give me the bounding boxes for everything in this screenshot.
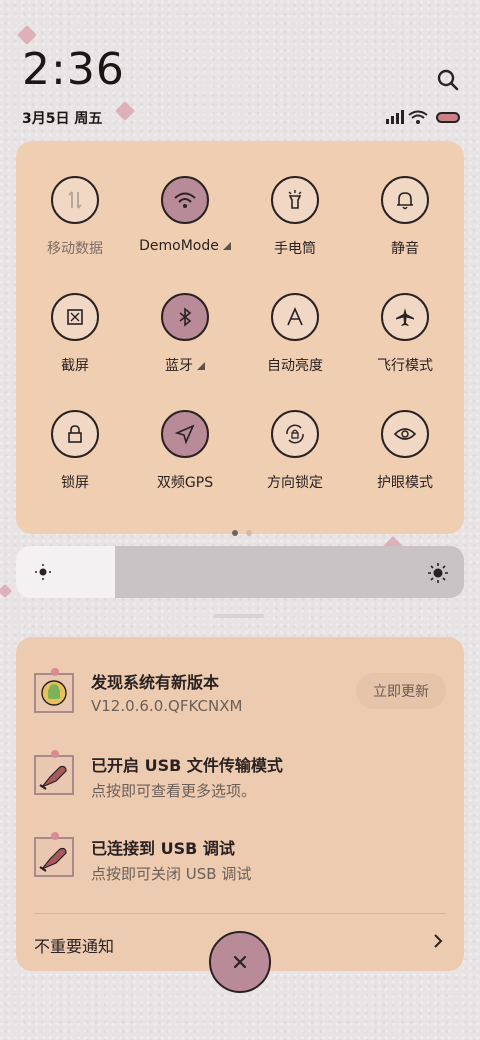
date: 3月5日 周五 bbox=[22, 111, 103, 127]
tile-eye-protection[interactable]: 护眼模式 bbox=[350, 410, 460, 510]
tile-label: DemoMode bbox=[130, 238, 240, 254]
clock: 2:36 bbox=[22, 44, 125, 95]
quick-settings-panel: 移动数据 DemoMode 手电筒 静音 截屏 蓝牙 自动亮度 飞行模式 锁屏 … bbox=[16, 141, 464, 536]
clear-all-button[interactable] bbox=[209, 931, 271, 993]
tile-label: 方向锁定 bbox=[267, 475, 323, 491]
page-indicator bbox=[228, 521, 256, 540]
wifi-icon bbox=[161, 176, 209, 224]
tile-label-text: 蓝牙 bbox=[165, 358, 193, 374]
tile-airplane[interactable]: 飞行模式 bbox=[350, 293, 460, 393]
tile-label: 自动亮度 bbox=[267, 358, 323, 374]
update-now-button[interactable]: 立即更新 bbox=[356, 673, 446, 709]
expand-triangle-icon bbox=[197, 362, 205, 370]
page-dot-active[interactable] bbox=[232, 530, 238, 536]
close-icon bbox=[233, 955, 247, 969]
usb-icon bbox=[34, 755, 74, 795]
rotation-lock-icon bbox=[271, 410, 319, 458]
tile-mute[interactable]: 静音 bbox=[350, 176, 460, 276]
notification-panel: 发现系统有新版本 V12.0.6.0.QFKCNXM 立即更新 已开启 USB … bbox=[16, 637, 464, 971]
notification-subtitle: 点按即可关闭 USB 调试 bbox=[91, 865, 252, 883]
tile-label: 手电筒 bbox=[274, 241, 316, 257]
tile-screenshot[interactable]: 截屏 bbox=[20, 293, 130, 393]
usb-debug-icon bbox=[34, 837, 74, 877]
brightness-low-icon bbox=[35, 564, 51, 580]
tile-label: 锁屏 bbox=[61, 475, 89, 491]
notification-title: 已连接到 USB 调试 bbox=[91, 839, 235, 858]
tile-wifi[interactable]: DemoMode bbox=[130, 176, 240, 276]
tile-label: 飞行模式 bbox=[377, 358, 433, 374]
notification-title: 已开启 USB 文件传输模式 bbox=[91, 756, 283, 775]
tile-label: 截屏 bbox=[61, 358, 89, 374]
page-dot[interactable] bbox=[246, 530, 252, 536]
tile-label: 护眼模式 bbox=[377, 475, 433, 491]
chevron-right-icon[interactable] bbox=[430, 933, 446, 949]
bluetooth-icon bbox=[161, 293, 209, 341]
drag-handle[interactable] bbox=[214, 614, 264, 618]
tile-lock-screen[interactable]: 锁屏 bbox=[20, 410, 130, 510]
lock-icon bbox=[51, 410, 99, 458]
airplane-icon bbox=[381, 293, 429, 341]
tile-auto-brightness[interactable]: 自动亮度 bbox=[240, 293, 350, 393]
tile-gps[interactable]: 双频GPS bbox=[130, 410, 240, 510]
gps-icon bbox=[161, 410, 209, 458]
notification-dot bbox=[51, 832, 59, 840]
divider bbox=[34, 913, 446, 914]
flashlight-icon bbox=[271, 176, 319, 224]
brightness-fill bbox=[16, 546, 115, 598]
brightness-slider[interactable] bbox=[16, 546, 464, 598]
android-update-icon bbox=[34, 673, 74, 713]
search-icon[interactable] bbox=[436, 68, 460, 92]
battery-icon bbox=[436, 112, 460, 123]
tile-label: 蓝牙 bbox=[130, 355, 240, 375]
wifi-status-icon bbox=[408, 110, 428, 124]
notification-dot bbox=[51, 750, 59, 758]
notification-title: 发现系统有新版本 bbox=[91, 673, 220, 692]
tile-bluetooth[interactable]: 蓝牙 bbox=[130, 293, 240, 393]
screenshot-icon bbox=[51, 293, 99, 341]
tile-label: 双频GPS bbox=[156, 475, 214, 491]
tile-flashlight[interactable]: 手电筒 bbox=[240, 176, 350, 276]
tile-rotation-lock[interactable]: 方向锁定 bbox=[240, 410, 350, 510]
tile-label: 移动数据 bbox=[47, 241, 103, 257]
tile-label: 静音 bbox=[391, 241, 419, 257]
tile-mobile-data[interactable]: 移动数据 bbox=[20, 176, 130, 276]
brightness-high-icon bbox=[428, 563, 448, 583]
notification-subtitle: V12.0.6.0.QFKCNXM bbox=[91, 697, 243, 715]
expand-triangle-icon bbox=[222, 242, 231, 250]
tile-label-text: DemoMode bbox=[139, 238, 219, 254]
notification-subtitle: 点按即可查看更多选项。 bbox=[91, 782, 257, 800]
notification-dot bbox=[51, 668, 59, 676]
unimportant-notifications-link[interactable]: 不重要通知 bbox=[34, 933, 114, 957]
mobile-data-icon bbox=[51, 176, 99, 224]
auto-brightness-icon bbox=[271, 293, 319, 341]
eye-icon bbox=[381, 410, 429, 458]
signal-icon bbox=[386, 110, 404, 124]
bell-icon bbox=[381, 176, 429, 224]
